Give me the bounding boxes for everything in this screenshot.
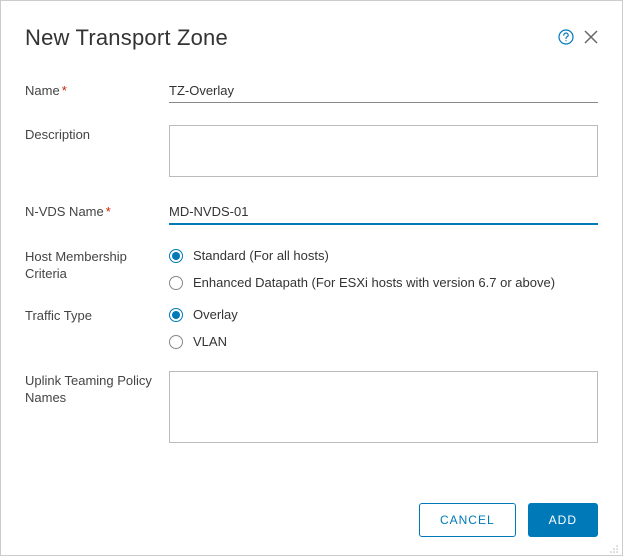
dialog-title: New Transport Zone <box>25 25 228 51</box>
nvds-name-row: N-VDS Name <box>25 202 598 225</box>
description-label: Description <box>25 125 169 144</box>
host-membership-row: Host Membership Criteria Standard (For a… <box>25 247 598 290</box>
traffic-type-label: Traffic Type <box>25 306 169 325</box>
host-membership-standard-label: Standard (For all hosts) <box>193 248 329 263</box>
radio-unselected-icon <box>169 335 183 349</box>
host-membership-label: Host Membership Criteria <box>25 247 169 283</box>
traffic-type-overlay-radio[interactable]: Overlay <box>169 307 598 322</box>
dialog-header: New Transport Zone <box>25 25 598 51</box>
radio-selected-icon <box>169 308 183 322</box>
traffic-type-overlay-label: Overlay <box>193 307 238 322</box>
name-label: Name <box>25 81 169 100</box>
new-transport-zone-dialog: New Transport Zone Name Descript <box>0 0 623 556</box>
uplink-teaming-label: Uplink Teaming Policy Names <box>25 371 169 407</box>
radio-selected-icon <box>169 249 183 263</box>
traffic-type-row: Traffic Type Overlay VLAN <box>25 306 598 349</box>
resize-grip-icon[interactable] <box>609 542 619 552</box>
uplink-teaming-row: Uplink Teaming Policy Names <box>25 371 598 446</box>
description-input[interactable] <box>169 125 598 177</box>
radio-unselected-icon <box>169 276 183 290</box>
help-icon[interactable] <box>558 29 574 48</box>
name-input[interactable] <box>169 81 598 103</box>
traffic-type-vlan-label: VLAN <box>193 334 227 349</box>
nvds-name-label: N-VDS Name <box>25 202 169 221</box>
close-icon[interactable] <box>584 30 598 47</box>
uplink-teaming-input[interactable] <box>169 371 598 443</box>
add-button[interactable]: ADD <box>528 503 598 537</box>
host-membership-enhanced-label: Enhanced Datapath (For ESXi hosts with v… <box>193 275 555 290</box>
header-actions <box>558 29 598 48</box>
host-membership-enhanced-radio[interactable]: Enhanced Datapath (For ESXi hosts with v… <box>169 275 598 290</box>
dialog-footer: CANCEL ADD <box>419 503 598 537</box>
cancel-button[interactable]: CANCEL <box>419 503 516 537</box>
traffic-type-vlan-radio[interactable]: VLAN <box>169 334 598 349</box>
host-membership-standard-radio[interactable]: Standard (For all hosts) <box>169 248 598 263</box>
nvds-name-input[interactable] <box>169 202 598 225</box>
name-row: Name <box>25 81 598 103</box>
description-row: Description <box>25 125 598 180</box>
